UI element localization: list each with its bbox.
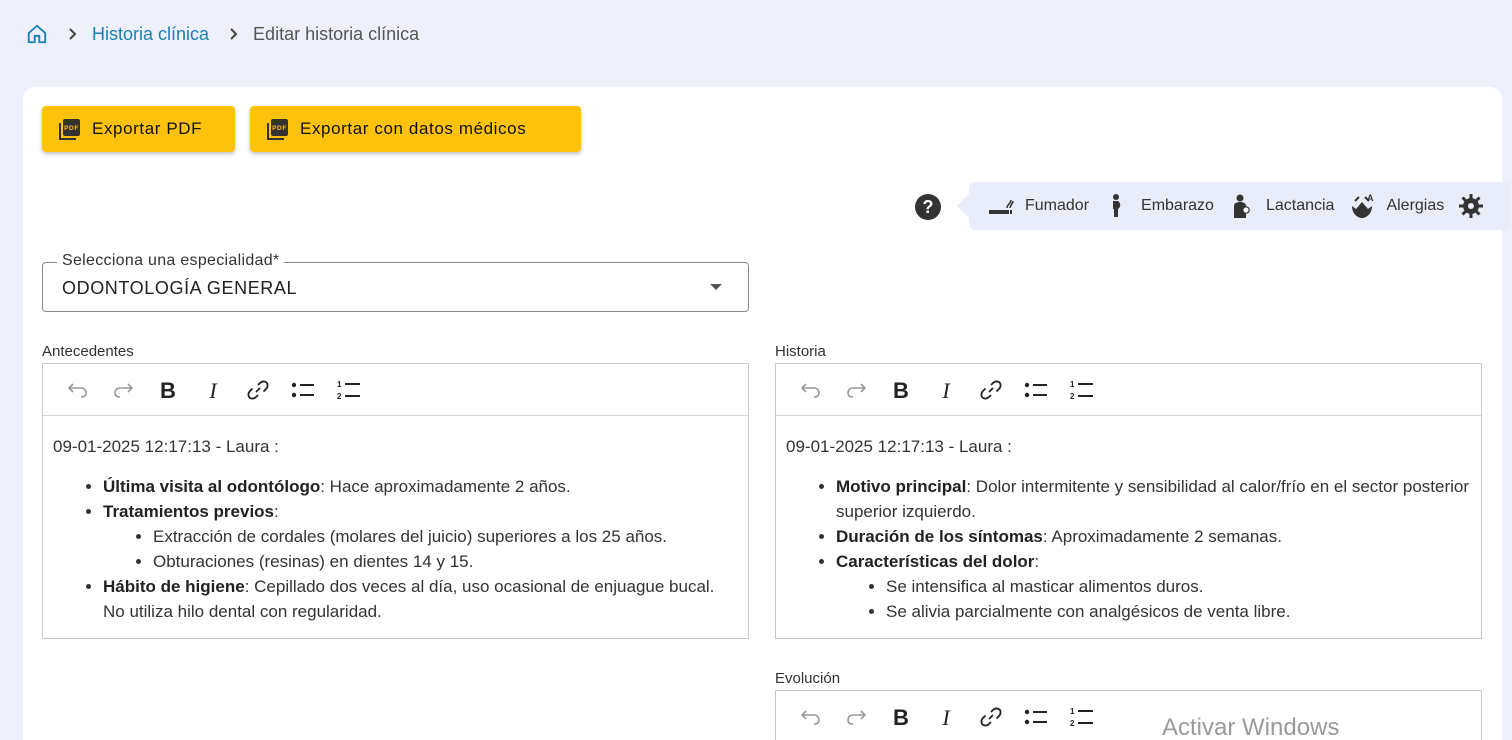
svg-text:1: 1 bbox=[1070, 707, 1075, 716]
caret-down-icon[interactable] bbox=[710, 284, 722, 290]
export-pdf-button[interactable]: PDF Exportar PDF bbox=[42, 106, 235, 152]
list-item: Tratamientos previos: Extracción de cord… bbox=[103, 499, 738, 574]
patient-flags-bar: Fumador Embarazo Lactancia A Alergias bbox=[957, 182, 1509, 230]
list-item: Hábito de higiene: Cepillado dos veces a… bbox=[103, 574, 738, 624]
svg-text:A: A bbox=[1367, 193, 1374, 203]
bullet-list-icon[interactable] bbox=[1013, 375, 1058, 405]
main-card: PDF Exportar PDF PDF Exportar con datos … bbox=[23, 87, 1509, 740]
svg-text:1: 1 bbox=[337, 380, 342, 389]
list-item: Obturaciones (resinas) en dientes 14 y 1… bbox=[153, 549, 738, 574]
numbered-list-icon[interactable]: 12 bbox=[325, 375, 370, 405]
editor-content[interactable]: 09-01-2025 12:17:13 - Laura : Motivo pri… bbox=[776, 416, 1481, 624]
export-medical-label: Exportar con datos médicos bbox=[300, 119, 527, 138]
italic-icon[interactable]: I bbox=[190, 375, 235, 405]
flag-alergias[interactable]: A Alergias bbox=[1348, 192, 1444, 220]
breadcrumb-current: Editar historia clínica bbox=[253, 23, 420, 44]
svg-text:B: B bbox=[893, 379, 909, 401]
undo-icon[interactable] bbox=[788, 375, 833, 405]
bold-icon[interactable]: B bbox=[145, 375, 190, 405]
flag-embarazo[interactable]: Embarazo bbox=[1103, 192, 1214, 220]
svg-text:2: 2 bbox=[337, 392, 342, 401]
entry-list: Motivo principal: Dolor intermitente y s… bbox=[836, 474, 1471, 624]
historia-editor[interactable]: B I 12 09-01-2025 12:17:13 - Laura : Mot… bbox=[775, 363, 1482, 639]
specialty-value: ODONTOLOGÍA GENERAL bbox=[62, 278, 298, 298]
antecedentes-label: Antecedentes bbox=[42, 343, 134, 360]
redo-icon[interactable] bbox=[833, 702, 878, 732]
export-medical-button[interactable]: PDF Exportar con datos médicos bbox=[250, 106, 581, 152]
undo-icon[interactable] bbox=[55, 375, 100, 405]
italic-icon[interactable]: I bbox=[923, 702, 968, 732]
pdf-icon: PDF bbox=[58, 117, 82, 141]
svg-text:2: 2 bbox=[1070, 719, 1075, 728]
undo-icon[interactable] bbox=[788, 702, 833, 732]
editor-toolbar: B I 12 bbox=[776, 364, 1481, 416]
antecedentes-editor[interactable]: B I 12 09-01-2025 12:17:13 - Laura : Últ… bbox=[42, 363, 749, 639]
svg-text:B: B bbox=[160, 379, 176, 401]
svg-text:I: I bbox=[941, 706, 951, 728]
flag-label: Fumador bbox=[1025, 197, 1090, 214]
entry-timestamp: 09-01-2025 12:17:13 - Laura : bbox=[786, 437, 1012, 456]
list-item: Última visita al odontólogo: Hace aproxi… bbox=[103, 474, 738, 499]
numbered-list-icon[interactable]: 12 bbox=[1058, 375, 1103, 405]
specialty-select[interactable]: Selecciona una especialidad* ODONTOLOGÍA… bbox=[42, 252, 749, 312]
flag-label: Lactancia bbox=[1265, 197, 1335, 214]
gear-icon[interactable] bbox=[1458, 193, 1484, 219]
bullet-list-icon[interactable] bbox=[280, 375, 325, 405]
svg-text:2: 2 bbox=[1070, 392, 1075, 401]
windows-activation-watermark: Activar Windows bbox=[1162, 714, 1340, 740]
svg-text:PDF: PDF bbox=[64, 125, 79, 132]
evolucion-label: Evolución bbox=[775, 670, 841, 687]
export-pdf-label: Exportar PDF bbox=[92, 119, 203, 138]
chevron-right-icon bbox=[68, 28, 78, 40]
flag-lactancia[interactable]: Lactancia bbox=[1228, 192, 1335, 220]
editor-content[interactable]: 09-01-2025 12:17:13 - Laura : Última vis… bbox=[43, 416, 748, 624]
svg-text:I: I bbox=[208, 379, 218, 401]
flag-label: Embarazo bbox=[1141, 197, 1214, 214]
flag-fumador[interactable]: Fumador bbox=[987, 192, 1089, 220]
evolucion-editor[interactable]: B I 12 bbox=[775, 690, 1482, 740]
entry-list: Última visita al odontólogo: Hace aproxi… bbox=[103, 474, 738, 624]
breastfeeding-icon bbox=[1228, 192, 1256, 220]
svg-text:I: I bbox=[941, 379, 951, 401]
redo-icon[interactable] bbox=[100, 375, 145, 405]
allergy-icon: A bbox=[1348, 192, 1376, 220]
smoking-icon bbox=[987, 192, 1015, 220]
breadcrumb: Historia clínica Editar historia clínica bbox=[26, 20, 419, 48]
italic-icon[interactable]: I bbox=[923, 375, 968, 405]
list-item: Se alivia parcialmente con analgésicos d… bbox=[886, 599, 1471, 624]
list-item: Motivo principal: Dolor intermitente y s… bbox=[836, 474, 1471, 524]
svg-text:B: B bbox=[893, 706, 909, 728]
bold-icon[interactable]: B bbox=[878, 702, 923, 732]
pregnant-icon bbox=[1103, 192, 1131, 220]
chevron-right-icon bbox=[229, 28, 239, 40]
svg-text:PDF: PDF bbox=[272, 125, 287, 132]
bullet-list-icon[interactable] bbox=[1013, 702, 1058, 732]
home-icon[interactable] bbox=[26, 23, 48, 45]
entry-timestamp: 09-01-2025 12:17:13 - Laura : bbox=[53, 437, 279, 456]
sub-list: Extracción de cordales (molares del juic… bbox=[153, 524, 738, 574]
list-item: Se intensifica al masticar alimentos dur… bbox=[886, 574, 1471, 599]
help-circle-icon[interactable]: ? bbox=[914, 193, 942, 221]
link-icon[interactable] bbox=[968, 702, 1013, 732]
svg-text:1: 1 bbox=[1070, 380, 1075, 389]
list-item: Duración de los síntomas: Aproximadament… bbox=[836, 524, 1471, 549]
redo-icon[interactable] bbox=[833, 375, 878, 405]
list-item: Características del dolor: Se intensific… bbox=[836, 549, 1471, 624]
link-icon[interactable] bbox=[968, 375, 1013, 405]
breadcrumb-link-historia[interactable]: Historia clínica bbox=[92, 24, 209, 45]
historia-label: Historia bbox=[775, 343, 826, 360]
specialty-label: Selecciona una especialidad* bbox=[57, 252, 285, 270]
bold-icon[interactable]: B bbox=[878, 375, 923, 405]
svg-text:?: ? bbox=[923, 197, 934, 217]
flag-label: Alergias bbox=[1386, 197, 1445, 214]
numbered-list-icon[interactable]: 12 bbox=[1058, 702, 1103, 732]
sub-list: Se intensifica al masticar alimentos dur… bbox=[886, 574, 1471, 624]
pdf-icon: PDF bbox=[266, 117, 290, 141]
link-icon[interactable] bbox=[235, 375, 280, 405]
list-item: Extracción de cordales (molares del juic… bbox=[153, 524, 738, 549]
editor-toolbar: B I 12 bbox=[776, 691, 1481, 740]
editor-toolbar: B I 12 bbox=[43, 364, 748, 416]
